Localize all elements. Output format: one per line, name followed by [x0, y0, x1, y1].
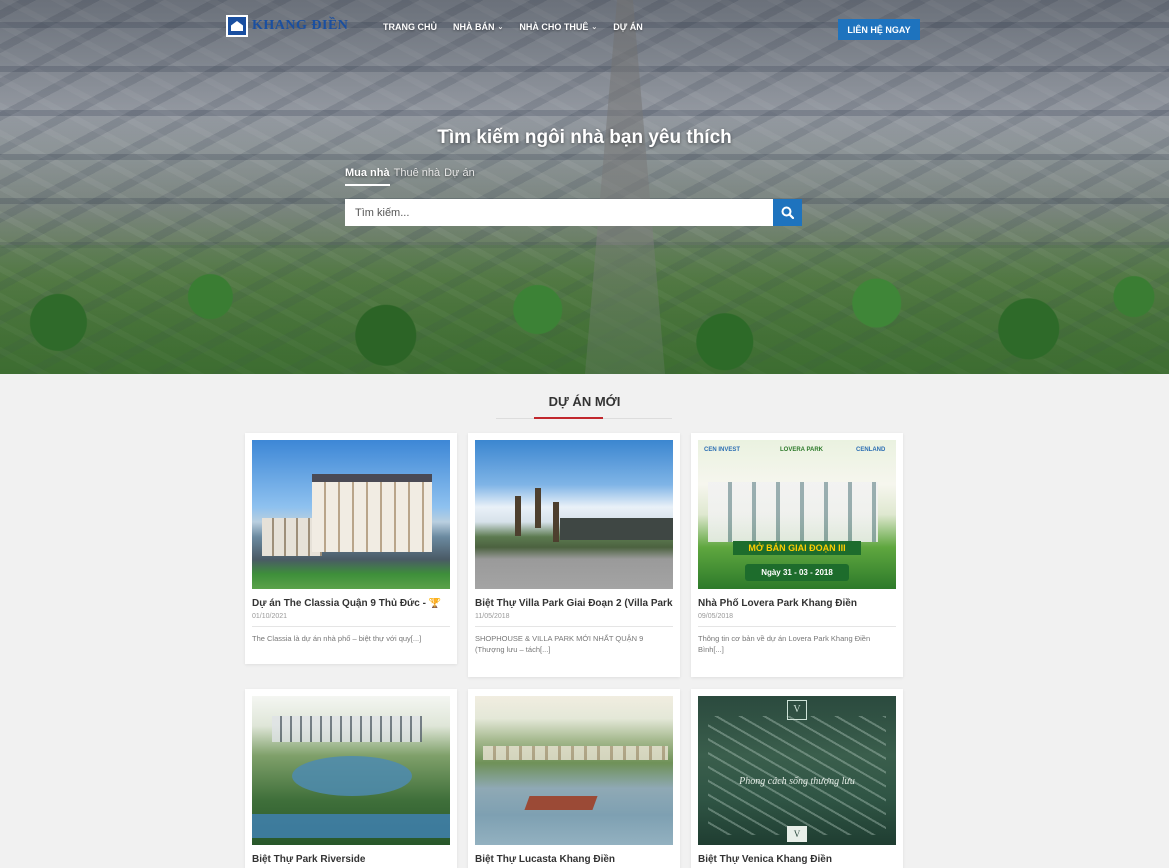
project-card[interactable]: V Phong cách sống thượng lưu V Biệt Thự …: [691, 689, 903, 868]
image-brand-right: CENLAND: [856, 447, 886, 453]
project-image[interactable]: [475, 696, 673, 845]
tab-projects[interactable]: Dự án: [444, 167, 475, 186]
house-icon: [226, 15, 248, 37]
image-badge: V: [787, 826, 807, 842]
nav-item-label: Trang chủ: [383, 22, 437, 32]
image-brand-left: CEN INVEST: [704, 447, 741, 453]
tab-buy[interactable]: Mua nhà: [345, 167, 390, 186]
search-input[interactable]: [345, 199, 773, 226]
card-divider: [252, 626, 450, 627]
nav-item-for-sale[interactable]: Nhà bán ⌄: [453, 22, 503, 32]
project-date: 11/05/2018: [475, 613, 510, 620]
site-logo[interactable]: Khang Điền: [226, 15, 348, 37]
nav-item-label: Nhà cho thuê: [519, 22, 589, 32]
project-date: 01/10/2021: [252, 613, 288, 620]
section-underline: [534, 417, 603, 419]
project-card[interactable]: Dự án The Classia Quận 9 Thủ Đức - 🏆 01/…: [245, 433, 457, 664]
card-divider: [475, 626, 673, 627]
project-card[interactable]: Biệt Thự Park Riverside: [245, 689, 457, 868]
project-image[interactable]: CEN INVEST LOVERA PARK CENLAND MỞ BÁN GI…: [698, 440, 896, 589]
project-title[interactable]: Biệt Thự Park Riverside: [252, 854, 450, 865]
project-card[interactable]: Biệt Thự Lucasta Khang Điền: [468, 689, 680, 868]
nav-item-home[interactable]: Trang chủ: [383, 22, 437, 32]
chevron-down-icon: ⌄: [591, 24, 598, 31]
project-card[interactable]: Biệt Thự Villa Park Giai Đoạn 2 (Villa P…: [468, 433, 680, 677]
project-image[interactable]: V Phong cách sống thượng lưu V: [698, 696, 896, 845]
project-title[interactable]: Biệt Thự Villa Park Giai Đoạn 2 (Villa P…: [475, 598, 673, 609]
search-tabs: Mua nhà Thuê nhà Dự án: [345, 167, 475, 186]
search-button[interactable]: [773, 199, 802, 226]
nav-item-label: Nhà bán: [453, 22, 495, 32]
project-excerpt: Thông tin cơ bản về dự án Lovera Park Kh…: [698, 634, 871, 655]
project-image[interactable]: [252, 696, 450, 845]
hero-trees: [0, 245, 1169, 374]
hero-banner: [0, 0, 1169, 374]
main-nav: Trang chủ Nhà bán ⌄ Nhà cho thuê ⌄ Dự án: [383, 22, 643, 32]
hero-title: Tìm kiếm ngôi nhà bạn yêu thích: [437, 127, 732, 148]
project-title[interactable]: Dự án The Classia Quận 9 Thủ Đức - 🏆: [252, 598, 450, 609]
search-icon: [781, 206, 794, 219]
nav-item-for-rent[interactable]: Nhà cho thuê ⌄: [519, 22, 597, 32]
project-excerpt: SHOPHOUSE & VILLA PARK MỚI NHẤT QUẬN 9 (…: [475, 634, 644, 655]
card-divider: [698, 626, 896, 627]
image-banner: MỞ BÁN GIAI ĐOẠN III: [733, 541, 861, 555]
image-date-badge: Ngày 31 - 03 - 2018: [745, 564, 849, 581]
project-title[interactable]: Nhà Phố Lovera Park Khang Điền: [698, 598, 896, 609]
section-title: Dự án mới: [548, 394, 621, 409]
project-card[interactable]: CEN INVEST LOVERA PARK CENLAND MỞ BÁN GI…: [691, 433, 903, 677]
contact-now-button[interactable]: Liên hệ ngay: [838, 19, 920, 40]
project-date: 09/05/2018: [698, 613, 734, 620]
chevron-down-icon: ⌄: [497, 24, 504, 31]
project-excerpt: The Classia là dự án nhà phố – biệt thự …: [252, 634, 422, 643]
project-title[interactable]: Biệt Thự Venica Khang Điền: [698, 854, 896, 865]
tab-rent[interactable]: Thuê nhà: [394, 167, 440, 186]
image-logo: V: [787, 700, 807, 720]
logo-text: Khang Điền: [252, 18, 349, 33]
image-brand-mid: LOVERA PARK: [780, 447, 824, 453]
project-title[interactable]: Biệt Thự Lucasta Khang Điền: [475, 854, 673, 865]
image-slogan: Phong cách sống thượng lưu: [739, 776, 855, 787]
nav-item-label: Dự án: [613, 22, 643, 32]
project-image[interactable]: [475, 440, 673, 589]
nav-item-projects[interactable]: Dự án: [613, 22, 642, 32]
project-image[interactable]: [252, 440, 450, 589]
